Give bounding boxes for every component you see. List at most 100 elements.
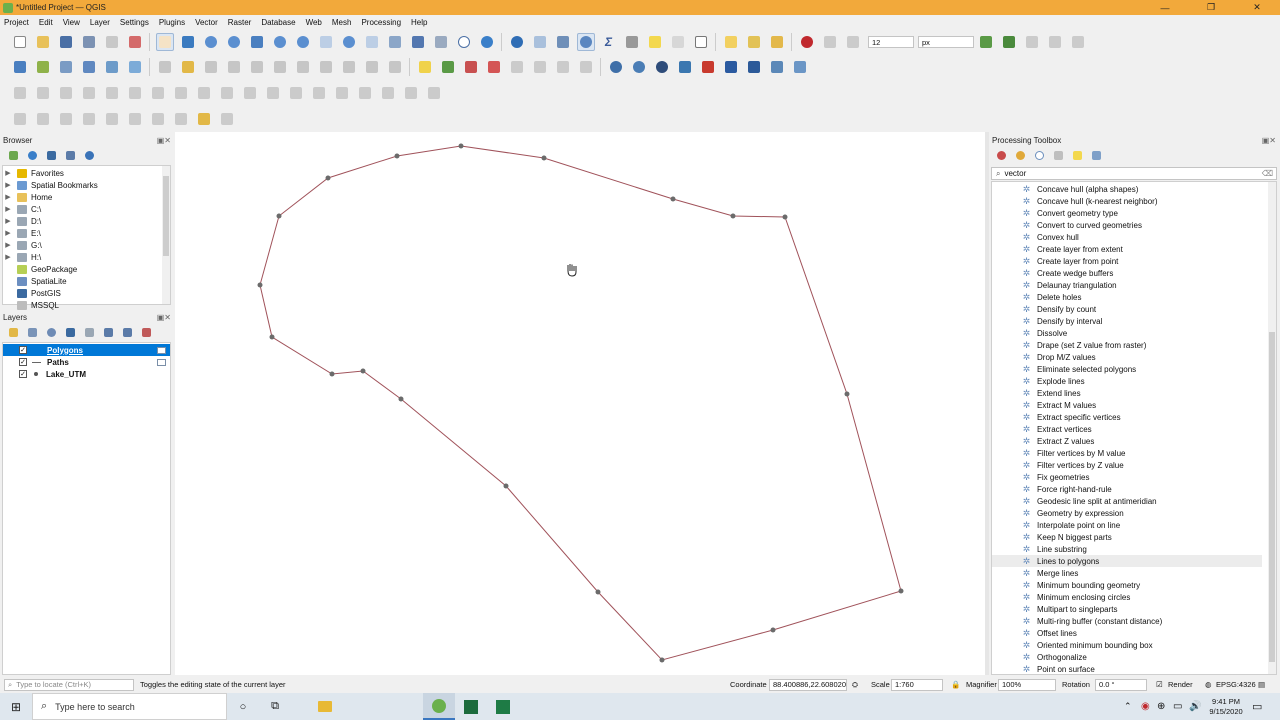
algorithm-item[interactable]: ✲ Extract M values bbox=[992, 399, 1262, 411]
algorithm-item[interactable]: ✲ Extract Z values bbox=[992, 435, 1262, 447]
algorithm-item[interactable]: ✲ Merge lines bbox=[992, 567, 1262, 579]
polygon-vertex[interactable] bbox=[844, 391, 850, 397]
edit-features-in-place-icon[interactable] bbox=[1071, 148, 1085, 162]
cortana-icon[interactable]: ○ bbox=[227, 701, 259, 713]
polygon-vertex[interactable] bbox=[659, 657, 665, 663]
advanced-digitizing-icon[interactable] bbox=[11, 84, 29, 102]
scale-field[interactable]: 1:760 bbox=[891, 678, 943, 691]
tolerance-unit-select[interactable]: px bbox=[918, 36, 974, 48]
bookmark-new-icon[interactable] bbox=[409, 33, 427, 51]
zoom-full-icon[interactable] bbox=[248, 33, 266, 51]
taskbar-clock[interactable]: 9:41 PM 9/15/2020 bbox=[1204, 697, 1248, 717]
results-viewer-icon[interactable] bbox=[1052, 148, 1066, 162]
algorithm-item[interactable]: ✲ Point on surface bbox=[992, 663, 1262, 674]
shape-digitize-icon[interactable] bbox=[11, 110, 29, 128]
browser-item[interactable]: ▶ Spatial Bookmarks bbox=[3, 179, 98, 191]
filter-expression-icon[interactable] bbox=[83, 325, 97, 339]
georef-icon[interactable] bbox=[218, 110, 236, 128]
algorithm-item[interactable]: ✲ Eliminate selected polygons bbox=[992, 363, 1262, 375]
save-project-icon[interactable] bbox=[57, 33, 75, 51]
delete-part-icon[interactable] bbox=[126, 84, 144, 102]
layer-visibility-checkbox[interactable]: ✓ bbox=[19, 346, 27, 354]
offset-curve-icon[interactable] bbox=[172, 84, 190, 102]
show-bookmarks-icon[interactable] bbox=[432, 33, 450, 51]
new-spatialite-icon[interactable] bbox=[80, 58, 98, 76]
clear-search-icon[interactable]: ⌫ bbox=[1262, 169, 1273, 178]
algorithm-item[interactable]: ✲ Densify by interval bbox=[992, 315, 1262, 327]
label-rotate-icon[interactable] bbox=[554, 58, 572, 76]
algorithm-item[interactable]: ✲ Orthogonalize bbox=[992, 651, 1262, 663]
zoom-layer-icon[interactable] bbox=[294, 33, 312, 51]
algorithm-item[interactable]: ✲ Fix geometries bbox=[992, 471, 1262, 483]
polygon-vertex[interactable] bbox=[398, 396, 404, 402]
processing-search-box[interactable]: ⌕ vector ⌫ bbox=[991, 167, 1277, 180]
self-snapping-icon[interactable] bbox=[1046, 33, 1064, 51]
algorithm-item[interactable]: ✲ Minimum enclosing circles bbox=[992, 591, 1262, 603]
windows-start-icon[interactable]: ⊞ bbox=[0, 700, 32, 714]
qgis-taskbar-icon[interactable] bbox=[423, 693, 455, 720]
processing-panel-close-icon[interactable]: ▣✕ bbox=[1262, 136, 1276, 145]
new-virtual-layer-icon[interactable] bbox=[126, 58, 144, 76]
scp-icon[interactable] bbox=[722, 58, 740, 76]
plugin-red-icon[interactable] bbox=[699, 58, 717, 76]
refresh-browser-icon[interactable] bbox=[26, 148, 40, 162]
algorithm-item[interactable]: ✲ Drop M/Z values bbox=[992, 351, 1262, 363]
polygon-vertex[interactable] bbox=[782, 214, 788, 220]
avoid-overlap-icon[interactable] bbox=[1023, 33, 1041, 51]
menu-web[interactable]: Web bbox=[306, 18, 322, 27]
globe-icon[interactable] bbox=[630, 58, 648, 76]
new-project-icon[interactable] bbox=[11, 33, 29, 51]
maximize-button[interactable]: ❐ bbox=[1188, 0, 1234, 15]
move-feature-icon[interactable] bbox=[333, 84, 351, 102]
menu-view[interactable]: View bbox=[63, 18, 80, 27]
snapping-mode-icon[interactable] bbox=[821, 33, 839, 51]
polygon-feature[interactable] bbox=[259, 145, 902, 661]
algorithm-item[interactable]: ✲ Dissolve bbox=[992, 327, 1262, 339]
field-calculator-icon[interactable] bbox=[554, 33, 572, 51]
polygon-vertex[interactable] bbox=[458, 143, 464, 149]
zoom-next-icon[interactable] bbox=[363, 33, 381, 51]
paste-features-icon[interactable] bbox=[340, 58, 358, 76]
filter-browser-icon[interactable] bbox=[45, 148, 59, 162]
diagram-icon[interactable] bbox=[462, 58, 480, 76]
manage-map-themes-icon[interactable] bbox=[45, 325, 59, 339]
menu-plugins[interactable]: Plugins bbox=[159, 18, 185, 27]
algorithm-item[interactable]: ✲ Densify by count bbox=[992, 303, 1262, 315]
menu-help[interactable]: Help bbox=[411, 18, 427, 27]
algorithm-item[interactable]: ✲ Extend lines bbox=[992, 387, 1262, 399]
expand-arrow-icon[interactable]: ▶ bbox=[3, 253, 13, 261]
algorithm-item[interactable]: ✲ Concave hull (alpha shapes) bbox=[992, 183, 1262, 195]
zoom-last-icon[interactable] bbox=[340, 33, 358, 51]
style-manager-icon[interactable] bbox=[126, 33, 144, 51]
processing-search-input[interactable]: vector bbox=[1004, 169, 1026, 178]
algorithm-item[interactable]: ✲ Keep N biggest parts bbox=[992, 531, 1262, 543]
map-tips-icon[interactable] bbox=[646, 33, 664, 51]
zoom-out-icon[interactable] bbox=[225, 33, 243, 51]
algorithm-item[interactable]: ✲ Interpolate point on line bbox=[992, 519, 1262, 531]
trace-icon[interactable] bbox=[1069, 33, 1087, 51]
refresh-icon[interactable] bbox=[478, 33, 496, 51]
locator-search[interactable]: ⌕ Type to locate (Ctrl+K) bbox=[4, 678, 134, 691]
add-part-icon[interactable] bbox=[57, 84, 75, 102]
remove-layer-icon[interactable] bbox=[140, 325, 154, 339]
filter-legend-icon[interactable] bbox=[64, 325, 78, 339]
undo-icon[interactable] bbox=[363, 58, 381, 76]
current-edits-icon[interactable] bbox=[156, 58, 174, 76]
new-geopackage-icon[interactable] bbox=[34, 58, 52, 76]
network-tray-icon[interactable]: ⊕ bbox=[1157, 701, 1165, 712]
enable-properties-icon[interactable] bbox=[83, 148, 97, 162]
label-move-icon[interactable] bbox=[531, 58, 549, 76]
polygon-vertex[interactable] bbox=[276, 213, 282, 219]
layer-visibility-checkbox[interactable]: ✓ bbox=[19, 358, 27, 366]
polygon-vertex[interactable] bbox=[503, 483, 509, 489]
models-icon[interactable] bbox=[995, 148, 1009, 162]
cut-features-icon[interactable] bbox=[294, 58, 312, 76]
vertex-tool-icon[interactable] bbox=[248, 58, 266, 76]
topological-editing-icon[interactable] bbox=[977, 33, 995, 51]
menu-raster[interactable]: Raster bbox=[228, 18, 252, 27]
rotate-point-icon[interactable] bbox=[287, 84, 305, 102]
snapping-type-icon[interactable] bbox=[844, 33, 862, 51]
expand-arrow-icon[interactable]: ▶ bbox=[3, 169, 13, 177]
polygon-vertex[interactable] bbox=[269, 334, 275, 340]
new-map-view-icon[interactable] bbox=[386, 33, 404, 51]
